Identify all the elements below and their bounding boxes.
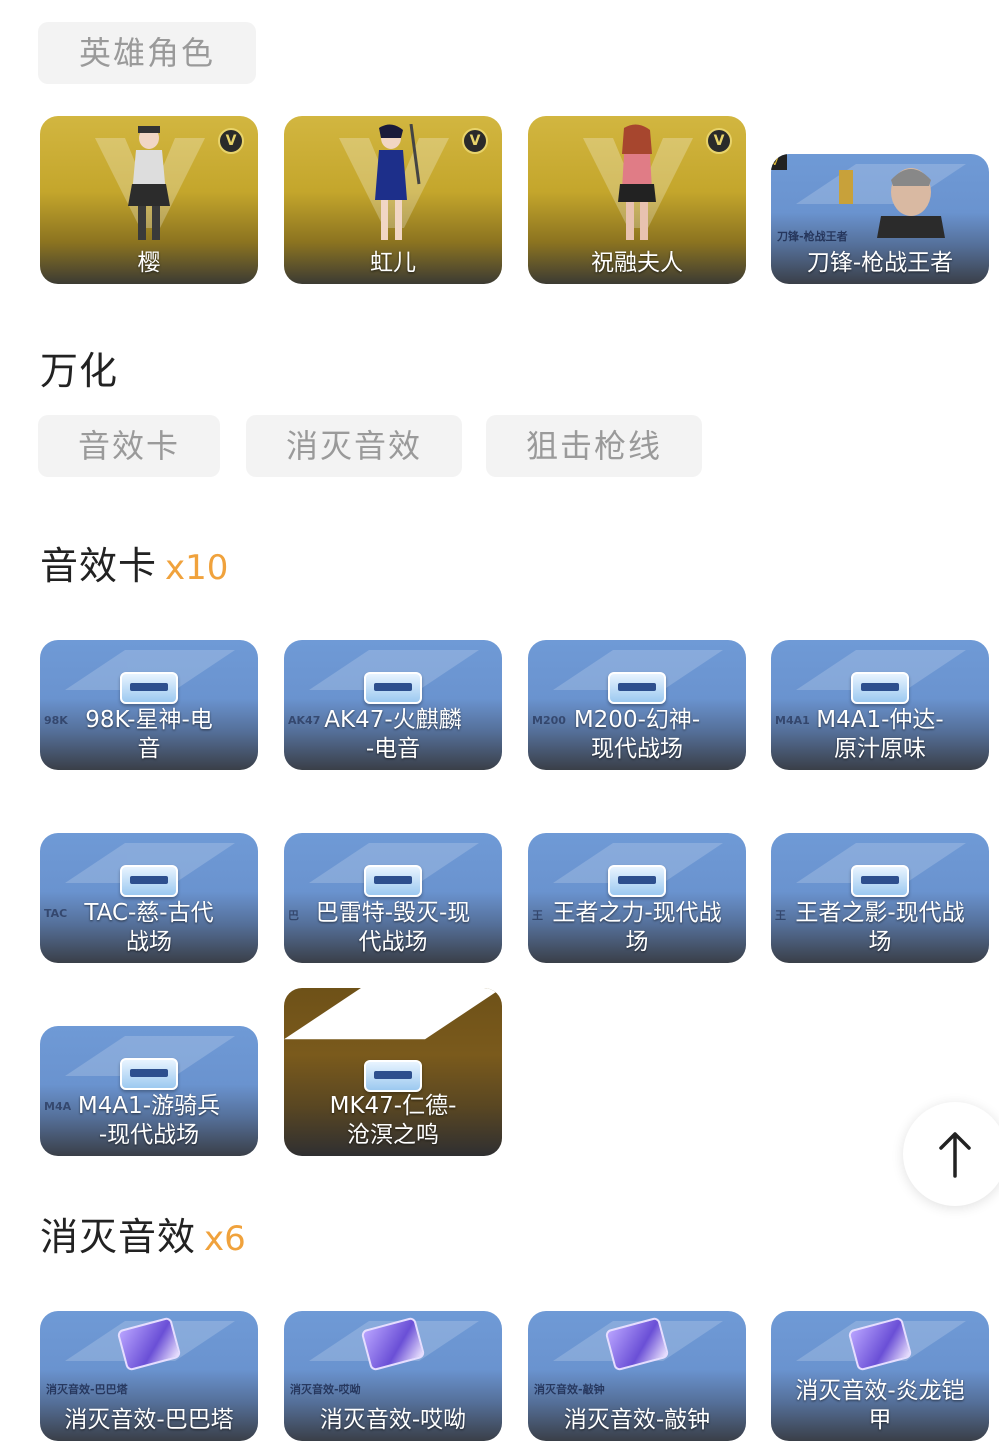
item-name-line1: M4A1-游骑兵 (77, 1093, 221, 1119)
section-title-wanhua: 万化 (40, 349, 119, 393)
item-name-line1: 消灭音效-炎龙铠 (795, 1378, 965, 1404)
tab-hero-roles[interactable]: 英雄角色 (38, 22, 256, 84)
hero-card[interactable]: V 刀锋-枪战王者 刀锋-枪战王者 (771, 154, 989, 284)
character-figure-icon (618, 124, 656, 240)
hero-name: 虹儿 (370, 250, 416, 276)
character-portrait-icon (839, 168, 945, 238)
hero-card[interactable]: V 樱 (40, 116, 258, 284)
kill-sound-item[interactable]: 消灭音效-哎呦 消灭音效-哎呦 (284, 1311, 502, 1441)
kill-sound-item[interactable]: 消灭音效-敲钟 消灭音效-敲钟 (528, 1311, 746, 1441)
sound-ticket-icon (364, 1060, 422, 1092)
item-name-line1: 巴雷特-毁灭-现 (315, 900, 471, 926)
item-name-line2: -现代战场 (98, 1122, 200, 1148)
kill-sound-item[interactable]: 消灭音效-炎龙铠甲 (771, 1311, 989, 1441)
cf-watermark-icon (284, 988, 502, 1040)
sound-ticket-icon (608, 865, 666, 897)
section-title-sound-card: 音效卡 x10 (40, 535, 228, 590)
hero-card-caption: 刀锋-枪战王者 (777, 230, 848, 243)
section-title-label: 消灭音效 (40, 1215, 197, 1259)
hero-name: 刀锋-枪战王者 (806, 250, 954, 276)
sound-card-item[interactable]: TAC TAC-慈-古代 战场 (40, 833, 258, 963)
sound-card-item[interactable]: 98K 98K-星神-电音 (40, 640, 258, 770)
v-badge-icon: V (218, 128, 244, 154)
tab-sniper-trail[interactable]: 狙击枪线 (486, 415, 702, 477)
arrow-up-icon (939, 1132, 971, 1178)
hero-name: 祝融夫人 (591, 250, 683, 276)
sound-ticket-icon (364, 672, 422, 704)
item-name-line2: 场 (868, 929, 892, 955)
item-name-line1: 消灭音效-敲钟 (563, 1407, 711, 1433)
v-badge-icon: V (462, 128, 488, 154)
item-name-line2: 原汁原味 (834, 736, 926, 762)
hero-name: 樱 (137, 250, 161, 276)
character-figure-icon (128, 126, 170, 240)
v-badge-icon: V (771, 154, 787, 170)
item-caption: 消灭音效-哎呦 (290, 1383, 361, 1396)
item-caption: 消灭音效-巴巴塔 (46, 1383, 128, 1396)
sound-card-item[interactable]: AK47 AK47-火麒麟 -电音 (284, 640, 502, 770)
sound-card-item[interactable]: MK47-仁德- 沧溟之鸣 (284, 988, 502, 1156)
section-title-kill-sound: 消灭音效 x6 (40, 1206, 246, 1261)
item-caption: 消灭音效-敲钟 (534, 1383, 605, 1396)
item-name-line1: 王者之力-现代战 (552, 900, 722, 926)
sound-ticket-icon (364, 865, 422, 897)
sound-card-item[interactable]: M4A1 M4A1-仲达- 原汁原味 (771, 640, 989, 770)
v-badge-icon: V (706, 128, 732, 154)
item-count: x10 (165, 548, 229, 588)
item-name-line1: 王者之影-现代战 (795, 900, 965, 926)
kill-sound-item[interactable]: 消灭音效-巴巴塔 消灭音效-巴巴塔 (40, 1311, 258, 1441)
sound-ticket-icon (120, 672, 178, 704)
item-name-line1: 消灭音效-巴巴塔 (64, 1407, 234, 1433)
item-name-line1: TAC-慈-古代 (84, 900, 214, 926)
sound-ticket-icon (851, 672, 909, 704)
sound-card-item[interactable]: M4A M4A1-游骑兵 -现代战场 (40, 1026, 258, 1156)
tab-kill-sound[interactable]: 消灭音效 (246, 415, 462, 477)
item-name-line2: 沧溟之鸣 (347, 1122, 439, 1148)
item-name-line2: -电音 (365, 736, 421, 762)
sound-card-item[interactable]: 王 王者之影-现代战场 (771, 833, 989, 963)
sound-ticket-icon (120, 1058, 178, 1090)
item-name-line2: 代战场 (358, 929, 428, 955)
item-name-line1: 消灭音效-哎呦 (319, 1407, 467, 1433)
item-name-line2: 甲 (868, 1407, 892, 1433)
sound-card-item[interactable]: M200 M200-幻神- 现代战场 (528, 640, 746, 770)
hero-card[interactable]: V 虹儿 (284, 116, 502, 284)
item-name-line2: 场 (625, 929, 649, 955)
item-name-line1: AK47-火麒麟 (324, 707, 462, 733)
sound-ticket-icon (851, 865, 909, 897)
back-to-top-button[interactable] (903, 1102, 999, 1206)
character-figure-icon (375, 124, 421, 240)
item-name-line1: 98K-星神-电 (85, 707, 213, 733)
sound-card-item[interactable]: 巴 巴雷特-毁灭-现 代战场 (284, 833, 502, 963)
hero-card[interactable]: V 祝融夫人 (528, 116, 746, 284)
item-name-line2: 音 (137, 736, 161, 762)
sound-ticket-icon (608, 672, 666, 704)
item-name-line1: M200-幻神- (573, 707, 701, 733)
item-name-line1: M4A1-仲达- (816, 707, 944, 733)
item-name-line2: 战场 (126, 929, 172, 955)
item-name-line1: MK47-仁德- (329, 1093, 457, 1119)
sound-card-item[interactable]: 王 王者之力-现代战场 (528, 833, 746, 963)
section-title-label: 音效卡 (40, 544, 158, 588)
item-count: x6 (204, 1219, 246, 1259)
item-name-line2: 现代战场 (591, 736, 683, 762)
tab-sound-card[interactable]: 音效卡 (38, 415, 220, 477)
sound-ticket-icon (120, 865, 178, 897)
